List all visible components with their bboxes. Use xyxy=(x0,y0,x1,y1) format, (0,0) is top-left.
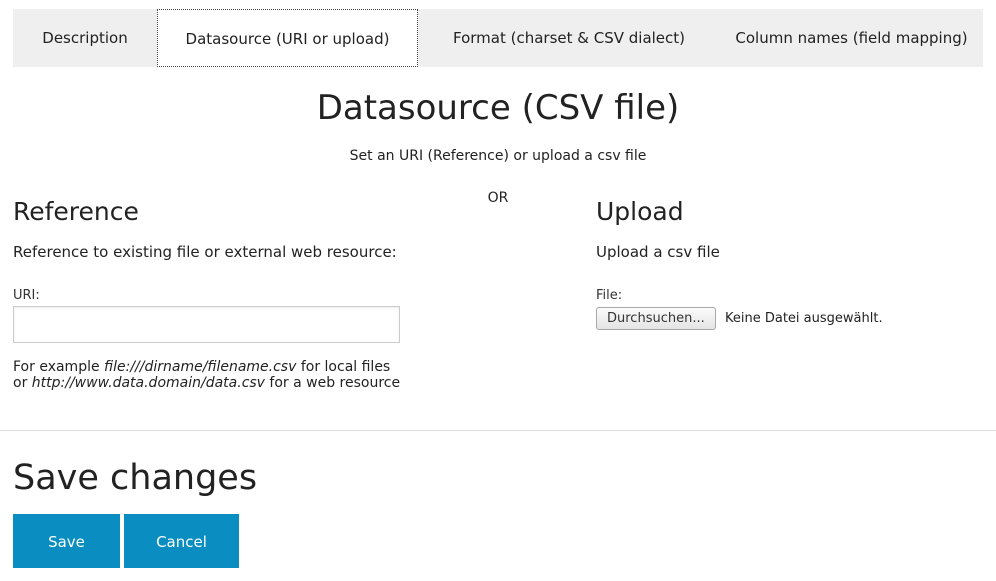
page: Description Datasource (URI or upload) F… xyxy=(0,0,996,581)
tab-datasource[interactable]: Datasource (URI or upload) xyxy=(157,9,418,67)
uri-label: URI: xyxy=(13,288,40,303)
example-web-suffix: for a web resource xyxy=(264,375,401,391)
save-changes-heading: Save changes xyxy=(13,458,258,498)
file-label: File: xyxy=(596,288,623,303)
uri-example-help: For example file:///dirname/filename.csv… xyxy=(13,359,400,391)
upload-heading: Upload xyxy=(596,197,684,226)
file-status: Keine Datei ausgewählt. xyxy=(725,311,883,326)
example-local-path: file:///dirname/filename.csv xyxy=(104,359,297,375)
tab-description[interactable]: Description xyxy=(13,9,157,67)
divider xyxy=(0,430,996,431)
reference-description: Reference to existing file or external w… xyxy=(13,243,397,261)
example-local-suffix: for local files xyxy=(296,359,391,375)
example-line-web: or http://www.data.domain/data.csv for a… xyxy=(13,375,400,391)
tab-column-names[interactable]: Column names (field mapping) xyxy=(720,9,983,67)
tab-bar: Description Datasource (URI or upload) F… xyxy=(13,9,983,67)
example-prefix: For example xyxy=(13,359,105,375)
uri-input[interactable] xyxy=(13,306,400,343)
upload-description: Upload a csv file xyxy=(596,243,720,261)
example-web-url: http://www.data.domain/data.csv xyxy=(31,375,265,391)
page-subtitle: Set an URI (Reference) or upload a csv f… xyxy=(349,148,647,164)
cancel-button[interactable]: Cancel xyxy=(124,514,239,568)
reference-heading: Reference xyxy=(13,197,139,226)
example-or: or xyxy=(13,375,32,391)
example-line-local: For example file:///dirname/filename.csv… xyxy=(13,359,400,375)
page-title: Datasource (CSV file) xyxy=(316,88,680,128)
or-separator: OR xyxy=(487,190,509,206)
tab-format[interactable]: Format (charset & CSV dialect) xyxy=(418,9,720,67)
browse-file-button[interactable]: Durchsuchen... xyxy=(596,307,716,330)
save-button[interactable]: Save xyxy=(13,514,120,568)
